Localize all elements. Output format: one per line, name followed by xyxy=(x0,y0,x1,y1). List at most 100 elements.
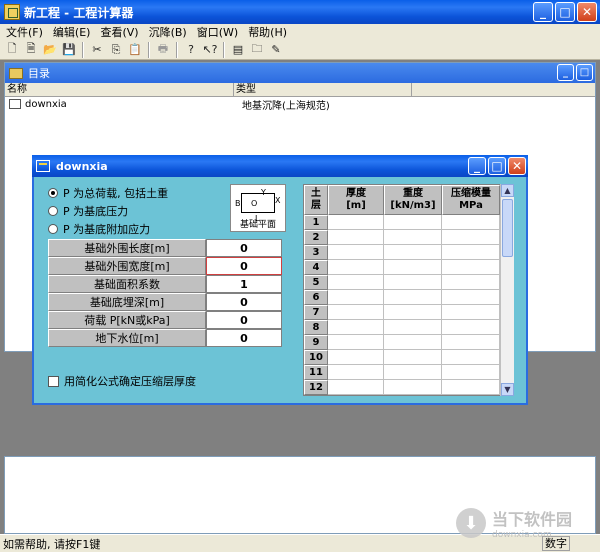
folder-icon xyxy=(9,67,23,79)
unit-weight-cell[interactable] xyxy=(384,305,442,320)
groundwater-input[interactable]: 0 xyxy=(206,329,282,347)
directory-minimize-button[interactable]: _ xyxy=(557,64,574,81)
grid-scrollbar[interactable]: ▲ ▼ xyxy=(500,184,514,396)
cut-icon[interactable]: ✂ xyxy=(89,42,105,58)
toolbar-separator xyxy=(82,41,84,58)
column-header-type[interactable]: 类型 xyxy=(234,83,412,96)
unit-weight-cell[interactable] xyxy=(384,245,442,260)
thickness-cell[interactable] xyxy=(328,320,384,335)
scroll-thumb[interactable] xyxy=(502,199,513,257)
param-row-water: 地下水位[m] 0 xyxy=(48,329,284,347)
copy-icon[interactable]: ⎘ xyxy=(108,42,124,58)
dialog-title-bar[interactable]: downxia _ □ ✕ xyxy=(32,155,528,177)
new-icon[interactable]: 🗋 xyxy=(4,42,20,58)
toolbar: 🗋 🗎 📂 💾 ✂ ⎘ 📋 🖶 ? ↖? ▤ 🗀 ✎ xyxy=(0,40,600,60)
grid-header-thickness: 厚度 [m] xyxy=(328,185,384,215)
help-icon[interactable]: ? xyxy=(183,42,199,58)
context-help-icon[interactable]: ↖? xyxy=(202,42,218,58)
save-icon[interactable]: 💾 xyxy=(61,42,77,58)
menu-edit[interactable]: 编辑(E) xyxy=(53,24,91,40)
length-input[interactable]: 0 xyxy=(206,239,282,257)
minimize-button[interactable]: _ xyxy=(533,2,553,22)
open-icon[interactable]: 📂 xyxy=(42,42,58,58)
table-row: 3 xyxy=(304,245,512,260)
unit-weight-cell[interactable] xyxy=(384,290,442,305)
paste-icon[interactable]: 📋 xyxy=(127,42,143,58)
radio-indicator[interactable] xyxy=(48,224,58,234)
scroll-up-icon[interactable]: ▲ xyxy=(501,184,514,197)
list-item[interactable]: downxia 地基沉降(上海规范) xyxy=(5,97,595,112)
unit-weight-cell[interactable] xyxy=(384,350,442,365)
depth-input[interactable]: 0 xyxy=(206,293,282,311)
new-doc-icon[interactable]: 🗎 xyxy=(23,42,39,58)
modulus-cell[interactable] xyxy=(442,350,500,365)
menu-help[interactable]: 帮助(H) xyxy=(248,24,287,40)
radio-base-pressure[interactable]: P 为基底压力 xyxy=(48,203,128,219)
thickness-cell[interactable] xyxy=(328,275,384,290)
modulus-cell[interactable] xyxy=(442,215,500,230)
modulus-cell[interactable] xyxy=(442,230,500,245)
close-button[interactable]: ✕ xyxy=(577,2,597,22)
thickness-cell[interactable] xyxy=(328,260,384,275)
unit-weight-cell[interactable] xyxy=(384,260,442,275)
thickness-cell[interactable] xyxy=(328,305,384,320)
dialog-maximize-button[interactable]: □ xyxy=(488,157,506,175)
modulus-cell[interactable] xyxy=(442,365,500,380)
unit-weight-cell[interactable] xyxy=(384,320,442,335)
modulus-cell[interactable] xyxy=(442,275,500,290)
table-row: 10 xyxy=(304,350,512,365)
thickness-cell[interactable] xyxy=(328,215,384,230)
unit-weight-cell[interactable] xyxy=(384,365,442,380)
thickness-cell[interactable] xyxy=(328,245,384,260)
modulus-cell[interactable] xyxy=(442,260,500,275)
modulus-cell[interactable] xyxy=(442,245,500,260)
menu-file[interactable]: 文件(F) xyxy=(6,24,43,40)
thickness-cell[interactable] xyxy=(328,365,384,380)
dialog-minimize-button[interactable]: _ xyxy=(468,157,486,175)
row-number: 9 xyxy=(304,335,328,350)
maximize-button[interactable]: □ xyxy=(555,2,575,22)
area-coefficient-input[interactable]: 1 xyxy=(206,275,282,293)
modulus-cell[interactable] xyxy=(442,305,500,320)
radio-additional-stress[interactable]: P 为基底附加应力 xyxy=(48,221,150,237)
unit-weight-cell[interactable] xyxy=(384,215,442,230)
modulus-cell[interactable] xyxy=(442,320,500,335)
watermark: ⬇ 当下软件园 downxia.com xyxy=(456,506,572,540)
width-input[interactable]: 0 xyxy=(206,257,282,275)
folder-view-icon[interactable]: 🗀 xyxy=(249,42,265,58)
column-header-name[interactable]: 名称 xyxy=(5,83,234,96)
row-number: 8 xyxy=(304,320,328,335)
modulus-cell[interactable] xyxy=(442,290,500,305)
unit-weight-cell[interactable] xyxy=(384,275,442,290)
radio-total-load[interactable]: P 为总荷载, 包括土重 xyxy=(48,185,168,201)
simplified-formula-checkbox[interactable]: 用简化公式确定压缩层厚度 xyxy=(48,373,196,389)
main-title-bar[interactable]: 新工程 - 工程计算器 _ □ ✕ xyxy=(0,0,600,24)
thickness-cell[interactable] xyxy=(328,290,384,305)
menu-settlement[interactable]: 沉降(B) xyxy=(149,24,187,40)
thickness-cell[interactable] xyxy=(328,380,384,395)
load-input[interactable]: 0 xyxy=(206,311,282,329)
tile-icon[interactable]: ▤ xyxy=(230,42,246,58)
print-icon[interactable]: 🖶 xyxy=(155,42,171,58)
directory-maximize-button[interactable]: □ xyxy=(576,64,593,81)
radio-label: P 为基底附加应力 xyxy=(63,223,151,236)
param-label: 基础外围长度[m] xyxy=(48,239,206,257)
unit-weight-cell[interactable] xyxy=(384,380,442,395)
scroll-down-icon[interactable]: ▼ xyxy=(501,383,514,396)
unit-weight-cell[interactable] xyxy=(384,230,442,245)
checkbox-indicator[interactable] xyxy=(48,375,59,387)
modulus-cell[interactable] xyxy=(442,380,500,395)
menu-view[interactable]: 查看(V) xyxy=(100,24,138,40)
thickness-cell[interactable] xyxy=(328,230,384,245)
thickness-cell[interactable] xyxy=(328,335,384,350)
directory-title-bar[interactable]: 目录 _ □ xyxy=(5,63,595,83)
menu-window[interactable]: 窗口(W) xyxy=(197,24,238,40)
modulus-cell[interactable] xyxy=(442,335,500,350)
radio-indicator[interactable] xyxy=(48,206,58,216)
settings-icon[interactable]: ✎ xyxy=(268,42,284,58)
dialog-close-button[interactable]: ✕ xyxy=(508,157,526,175)
row-number: 6 xyxy=(304,290,328,305)
radio-indicator[interactable] xyxy=(48,188,58,198)
unit-weight-cell[interactable] xyxy=(384,335,442,350)
thickness-cell[interactable] xyxy=(328,350,384,365)
